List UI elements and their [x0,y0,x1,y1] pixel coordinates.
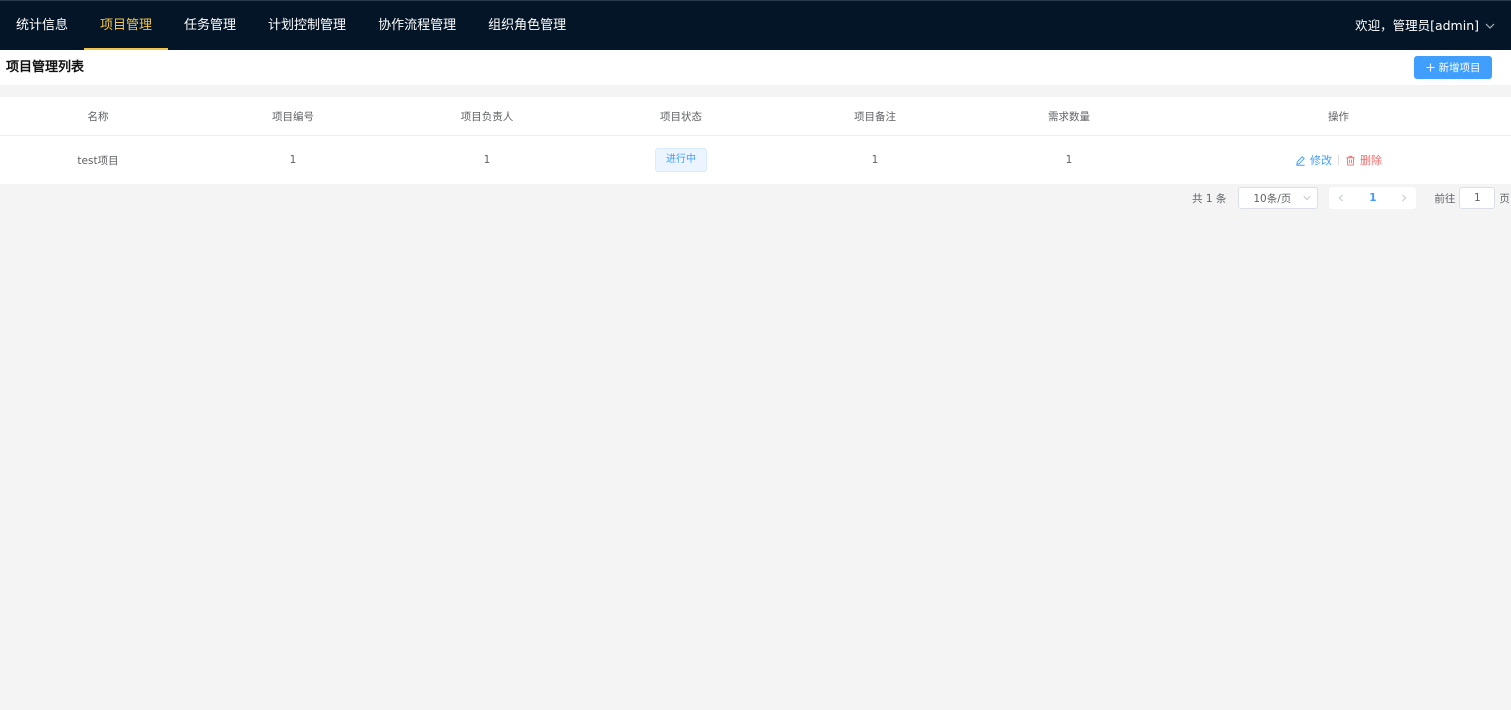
table-header: 名称 项目编号 项目负责人 项目状态 项目备注 需求数量 操作 [0,97,1511,136]
action-divider [1338,155,1339,165]
column-header-status: 项目状态 [660,110,702,123]
page-number-current[interactable]: 1 [1369,192,1376,204]
cell-demand-count: 1 [1065,154,1073,166]
top-navbar: 统计信息 项目管理 任务管理 计划控制管理 协作流程管理 组织角色管理 欢迎，管… [0,0,1511,50]
edit-button[interactable]: 修改 [1295,152,1332,168]
table-row: test项目 1 1 进行中 1 1 修改 删除 [0,136,1511,184]
total-count: 共 1 条 [1192,192,1227,205]
project-table: 名称 项目编号 项目负责人 项目状态 项目备注 需求数量 操作 test项目 1… [0,97,1511,184]
chevron-left-icon[interactable] [1337,194,1345,202]
add-project-label: 新增项目 [1438,62,1481,74]
page-size-value: 10条/页 [1253,192,1292,205]
nav-item-statistics[interactable]: 统计信息 [0,1,84,50]
page-size-select[interactable]: 10条/页 [1238,187,1319,209]
nav-item-workflow[interactable]: 协作流程管理 [362,1,472,50]
list-header: 项目管理列表 新增项目 [0,50,1511,85]
column-header-code: 项目编号 [272,110,314,123]
cell-remark: 1 [871,154,879,166]
chevron-right-icon[interactable] [1400,194,1408,202]
user-menu[interactable]: 欢迎，管理员[admin] [1355,1,1495,50]
column-header-remark: 项目备注 [854,110,896,123]
cell-actions: 修改 删除 [1166,136,1511,184]
main-nav: 统计信息 项目管理 任务管理 计划控制管理 协作流程管理 组织角色管理 [0,1,582,50]
nav-item-plan-control[interactable]: 计划控制管理 [252,1,362,50]
nav-item-tasks[interactable]: 任务管理 [168,1,252,50]
pager: 1 [1329,187,1417,209]
nav-item-projects[interactable]: 项目管理 [84,1,169,50]
add-project-button[interactable]: 新增项目 [1414,56,1492,79]
cell-name: test项目 [77,154,119,167]
goto-page-input[interactable] [1459,187,1496,209]
chevron-down-icon [1485,23,1495,29]
goto-suffix: 页 [1499,192,1510,205]
nav-item-org-roles[interactable]: 组织角色管理 [472,1,582,50]
goto-prefix: 前往 [1434,192,1456,205]
pagination: 共 1 条 10条/页 1 前往 页 [1192,187,1510,209]
column-header-owner: 项目负责人 [460,110,514,123]
plus-icon [1425,63,1435,72]
cell-owner: 1 [483,154,491,166]
column-header-demand-count: 需求数量 [1048,110,1090,123]
trash-icon [1346,155,1355,166]
cell-code: 1 [289,154,297,166]
cell-status: 进行中 [584,136,778,184]
delete-button[interactable]: 删除 [1345,152,1382,168]
column-header-actions: 操作 [1328,110,1349,123]
user-label: 欢迎，管理员[admin] [1355,18,1479,33]
edit-icon [1296,155,1305,166]
delete-label: 删除 [1360,154,1382,167]
page-title: 项目管理列表 [6,60,85,75]
column-header-name: 名称 [87,110,109,123]
row-actions: 修改 删除 [1295,152,1382,168]
edit-label: 修改 [1310,154,1332,167]
status-badge: 进行中 [655,148,707,172]
chevron-down-icon [1303,196,1311,201]
